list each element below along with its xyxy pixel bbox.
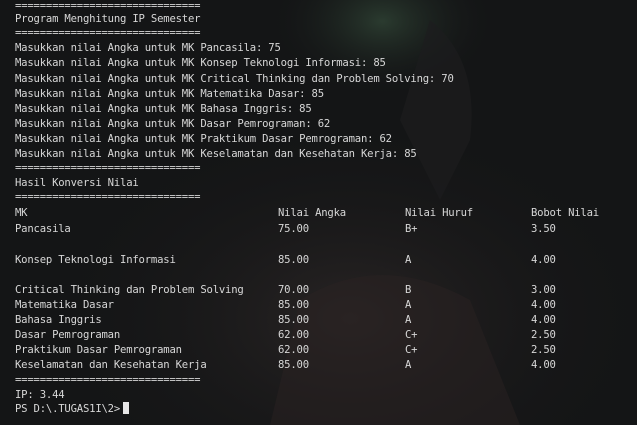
cell-nilai-huruf: A [405,254,412,266]
cell-nilai-angka: 75.00 [278,223,309,235]
cell-nilai-angka: 70.00 [278,284,309,296]
table-row: Pancasila 75.00 B+ 3.50 [0,222,637,237]
separator-line: ============================== [15,27,201,39]
table-row: Keselamatan dan Kesehatan Kerja 85.00 A … [0,358,637,373]
cell-mk: Konsep Teknologi Informasi [15,254,176,266]
cell-nilai-angka: 85.00 [278,314,309,326]
cell-nilai-huruf: A [405,359,412,371]
input-line: Masukkan nilai Angka untuk MK Bahasa Ing… [15,103,312,115]
ip-result: IP: 3.44 [15,389,65,401]
table-row: Konsep Teknologi Informasi 85.00 A 4.00 [0,253,637,268]
cell-nilai-huruf: B+ [405,223,418,235]
input-line: Masukkan nilai Angka untuk MK Critical T… [15,73,454,85]
cell-mk: Praktikum Dasar Pemrograman [15,344,182,356]
header-nilai-huruf: Nilai Huruf [405,207,473,219]
cell-bobot-nilai: 4.00 [531,254,556,266]
prompt-text: PS D:\.TUGAS1I\2> [15,403,121,415]
input-line: Masukkan nilai Angka untuk MK Pancasila:… [15,42,281,54]
cell-nilai-huruf: C+ [405,329,418,341]
cell-nilai-angka: 85.00 [278,254,309,266]
cell-nilai-angka: 85.00 [278,299,309,311]
cell-nilai-angka: 85.00 [278,359,309,371]
terminal-output[interactable]: ============================== Program M… [0,0,637,425]
separator-line: ============================== [15,162,201,174]
header-mk: MK [15,207,28,219]
cell-mk: Keselamatan dan Kesehatan Kerja [15,359,207,371]
cell-bobot-nilai: 4.00 [531,299,556,311]
program-title: Program Menghitung IP Semester [15,13,201,25]
cell-bobot-nilai: 4.00 [531,359,556,371]
table-row: Matematika Dasar 85.00 A 4.00 [0,298,637,313]
cell-bobot-nilai: 2.50 [531,329,556,341]
header-bobot-nilai: Bobot Nilai [531,207,599,219]
cell-nilai-huruf: B [405,284,412,296]
command-prompt[interactable]: PS D:\.TUGAS1I\2> [15,402,130,417]
cell-nilai-angka: 62.00 [278,344,309,356]
cell-nilai-angka: 62.00 [278,329,309,341]
table-row: Critical Thinking dan Problem Solving 70… [0,283,637,298]
separator-line: ============================== [15,374,201,386]
text-cursor [123,402,130,414]
cell-mk: Pancasila [15,223,71,235]
table-header: MK Nilai Angka Nilai Huruf Bobot Nilai [0,206,637,221]
separator-line: ============================== [15,191,201,203]
cell-nilai-huruf: A [405,314,412,326]
input-line: Masukkan nilai Angka untuk MK Keselamata… [15,148,417,160]
cell-bobot-nilai: 2.50 [531,344,556,356]
cell-bobot-nilai: 3.50 [531,223,556,235]
cell-nilai-huruf: C+ [405,344,418,356]
input-line: Masukkan nilai Angka untuk MK Dasar Pemr… [15,118,331,130]
cell-mk: Bahasa Inggris [15,314,102,326]
input-line: Masukkan nilai Angka untuk MK Matematika… [15,88,324,100]
cell-bobot-nilai: 3.00 [531,284,556,296]
table-row: Bahasa Inggris 85.00 A 4.00 [0,313,637,328]
table-row: Dasar Pemrograman 62.00 C+ 2.50 [0,328,637,343]
cell-mk: Dasar Pemrograman [15,329,121,341]
input-line: Masukkan nilai Angka untuk MK Konsep Tek… [15,57,386,69]
cell-mk: Matematika Dasar [15,299,114,311]
result-title: Hasil Konversi Nilai [15,177,139,189]
cell-nilai-huruf: A [405,299,412,311]
table-row: Praktikum Dasar Pemrograman 62.00 C+ 2.5… [0,343,637,358]
input-line: Masukkan nilai Angka untuk MK Praktikum … [15,133,392,145]
cell-bobot-nilai: 4.00 [531,314,556,326]
cell-mk: Critical Thinking dan Problem Solving [15,284,244,296]
header-nilai-angka: Nilai Angka [278,207,346,219]
